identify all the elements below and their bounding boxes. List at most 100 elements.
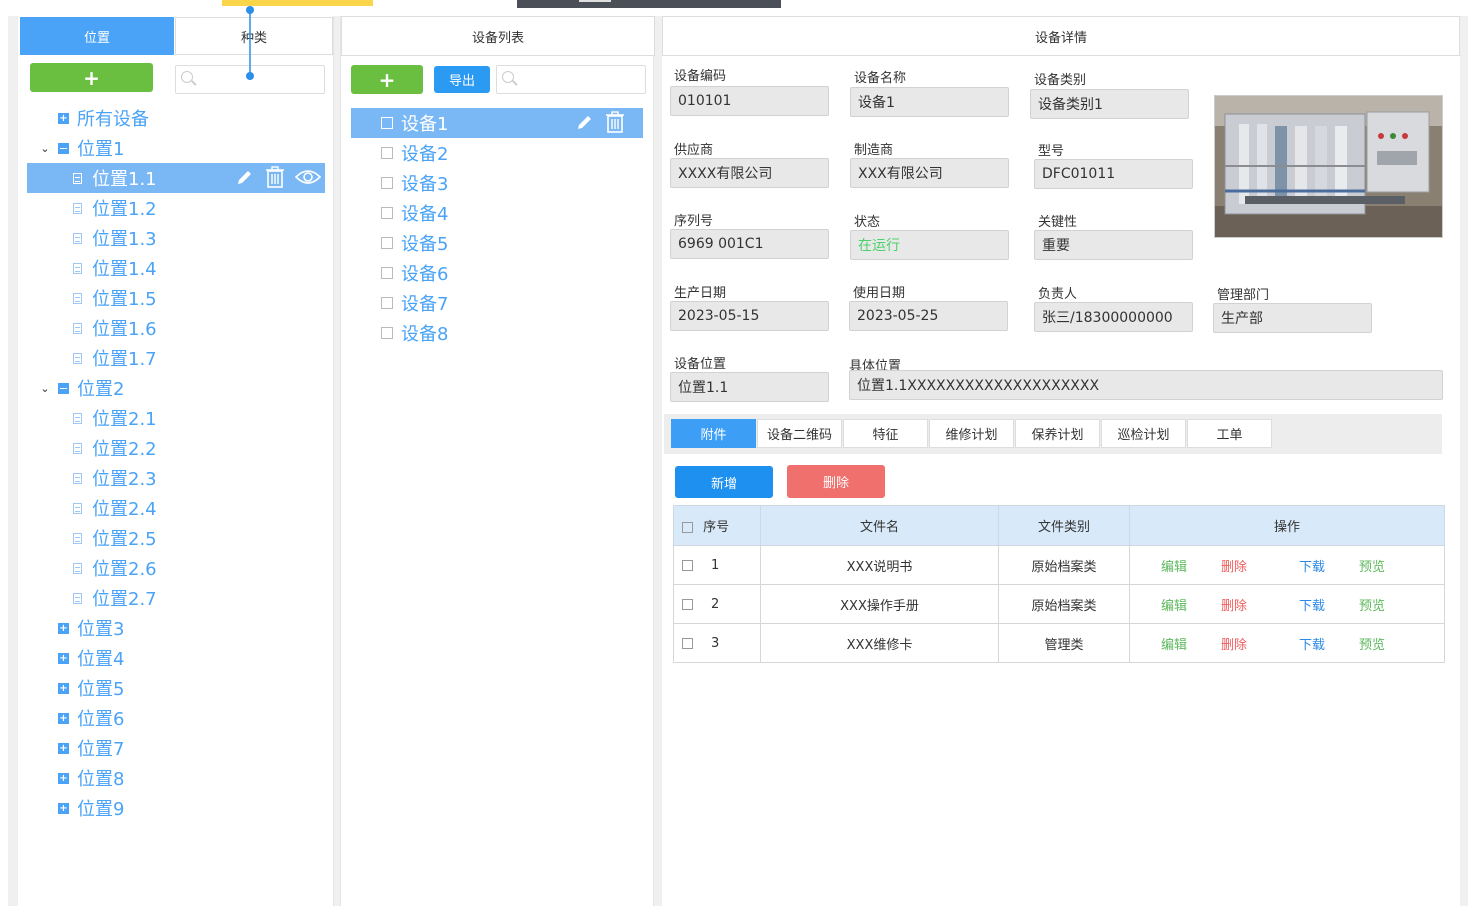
export-button[interactable]: 导出 [434,66,490,93]
field-department[interactable]: 生产部 [1213,303,1372,333]
field-production-date[interactable]: 2023-05-15 [670,301,829,331]
tree-node-item[interactable]: + 位置4 [18,643,328,673]
tree-leaf-item[interactable]: 位置1.1 [27,163,325,193]
field-manufacturer[interactable]: XXX有限公司 [850,158,1009,188]
device-checkbox[interactable] [381,297,393,309]
tree-node-item[interactable]: + 所有设备 [18,103,328,133]
row-checkbox[interactable] [682,598,693,610]
tree-node-item[interactable]: ⌄ 位置1 [18,133,328,163]
device-list-item[interactable]: 设备2 [351,138,643,168]
device-search-input[interactable] [496,65,646,94]
field-owner[interactable]: 张三/18300000000 [1034,302,1193,332]
row-checkbox[interactable] [682,637,693,649]
tree-node-item[interactable]: + 位置9 [18,793,328,823]
device-list-item[interactable]: 设备7 [351,288,643,318]
collapse-icon[interactable] [58,382,69,394]
delete-link[interactable]: 删除 [1204,556,1264,575]
expand-icon[interactable]: + [58,682,69,694]
subtab-item[interactable]: 特征 [843,419,928,448]
download-link[interactable]: 下载 [1282,595,1342,614]
device-checkbox[interactable] [381,237,393,249]
tree-node-item[interactable]: + 位置3 [18,613,328,643]
tree-node-item[interactable]: + 位置5 [18,673,328,703]
expand-icon[interactable]: + [58,712,69,724]
field-use-date[interactable]: 2023-05-25 [849,301,1008,331]
subtab-item[interactable]: 附件 [671,419,756,448]
edit-link[interactable]: 编辑 [1144,595,1204,614]
tree-leaf-item[interactable]: 位置1.6 [18,313,328,343]
field-name[interactable]: 设备1 [850,87,1009,117]
field-code[interactable]: 010101 [670,86,829,116]
field-location[interactable]: 位置1.1 [670,372,829,402]
tree-node-item[interactable]: + 位置6 [18,703,328,733]
chevron-down-icon[interactable]: ⌄ [38,382,52,395]
subtab-item[interactable]: 巡检计划 [1101,419,1186,448]
tree-leaf-item[interactable]: 位置2.1 [18,403,328,433]
device-list-item[interactable]: 设备4 [351,198,643,228]
edit-icon[interactable] [235,167,255,187]
add-device-button[interactable]: + [351,65,423,94]
expand-icon[interactable]: + [58,742,69,754]
add-attachment-button[interactable]: 新增 [675,466,773,498]
subtab-item[interactable]: 工单 [1187,419,1272,448]
expand-icon[interactable]: + [58,802,69,814]
expand-icon[interactable]: + [58,622,69,634]
tree-node-item[interactable]: + 位置8 [18,763,328,793]
collapse-icon[interactable] [58,142,69,154]
subtab-item[interactable]: 维修计划 [929,419,1014,448]
row-checkbox[interactable] [682,559,693,571]
add-location-button[interactable]: + [30,63,153,92]
tab-location[interactable]: 位置 [20,17,174,55]
tree-leaf-item[interactable]: 位置2.6 [18,553,328,583]
field-detail-location[interactable]: 位置1.1XXXXXXXXXXXXXXXXXXXX [849,370,1443,400]
tree-leaf-item[interactable]: 位置1.7 [18,343,328,373]
field-supplier[interactable]: XXXX有限公司 [670,158,829,188]
edit-icon[interactable] [575,112,595,132]
drag-pin-icon[interactable] [245,4,257,84]
delete-link[interactable]: 删除 [1204,595,1264,614]
tree-leaf-item[interactable]: 位置1.5 [18,283,328,313]
edit-link[interactable]: 编辑 [1144,634,1204,653]
tree-leaf-item[interactable]: 位置2.5 [18,523,328,553]
device-checkbox[interactable] [381,267,393,279]
field-serial[interactable]: 6969 001C1 [670,229,829,259]
tree-leaf-item[interactable]: 位置2.3 [18,463,328,493]
preview-link[interactable]: 预览 [1342,634,1402,653]
chevron-down-icon[interactable]: ⌄ [38,142,52,155]
field-criticality[interactable]: 重要 [1034,230,1193,260]
download-link[interactable]: 下载 [1282,634,1342,653]
subtab-item[interactable]: 设备二维码 [757,419,842,448]
delete-link[interactable]: 删除 [1204,634,1264,653]
device-checkbox[interactable] [381,207,393,219]
device-list-item[interactable]: 设备8 [351,318,643,348]
preview-link[interactable]: 预览 [1342,556,1402,575]
tree-node-item[interactable]: ⌄ 位置2 [18,373,328,403]
expand-icon[interactable]: + [58,652,69,664]
tree-node-item[interactable]: + 位置7 [18,733,328,763]
device-checkbox[interactable] [381,327,393,339]
tree-leaf-item[interactable]: 位置1.2 [18,193,328,223]
tree-leaf-item[interactable]: 位置2.7 [18,583,328,613]
expand-icon[interactable]: + [58,772,69,784]
preview-link[interactable]: 预览 [1342,595,1402,614]
tree-leaf-item[interactable]: 位置1.4 [18,253,328,283]
device-list-item[interactable]: 设备5 [351,228,643,258]
device-list-item[interactable]: 设备1 [351,108,643,138]
tree-leaf-item[interactable]: 位置1.3 [18,223,328,253]
field-status[interactable]: 在运行 [850,230,1009,260]
eye-icon[interactable] [295,168,321,186]
field-model[interactable]: DFC01011 [1034,159,1193,189]
select-all-checkbox[interactable] [682,522,693,533]
device-checkbox[interactable] [381,117,393,129]
device-checkbox[interactable] [381,177,393,189]
expand-icon[interactable]: + [58,112,69,124]
edit-link[interactable]: 编辑 [1144,556,1204,575]
trash-icon[interactable] [605,111,625,133]
field-category[interactable]: 设备类别1 [1030,89,1189,119]
delete-attachment-button[interactable]: 删除 [787,465,885,498]
device-checkbox[interactable] [381,147,393,159]
device-list-item[interactable]: 设备6 [351,258,643,288]
device-list-item[interactable]: 设备3 [351,168,643,198]
tree-leaf-item[interactable]: 位置2.2 [18,433,328,463]
download-link[interactable]: 下载 [1282,556,1342,575]
